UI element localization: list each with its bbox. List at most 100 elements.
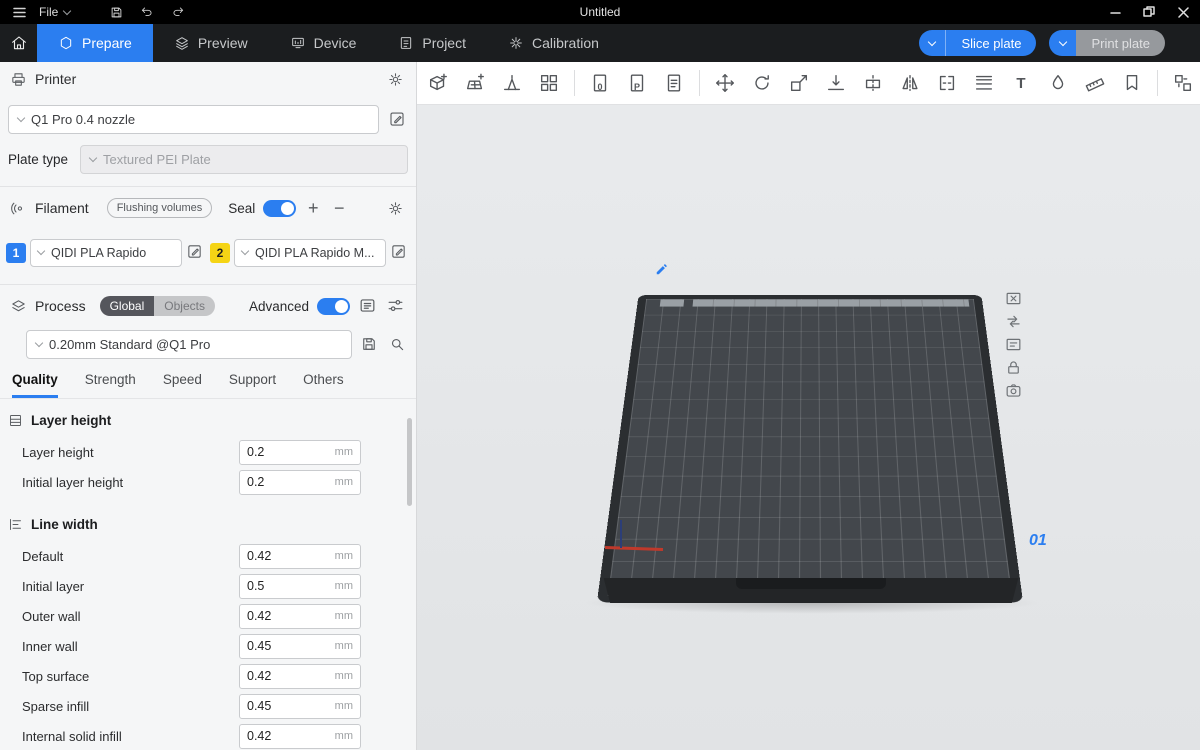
undo-icon[interactable] [136, 3, 158, 21]
add-object-icon[interactable] [426, 71, 450, 95]
shuffle-plate-icon[interactable] [1003, 311, 1024, 332]
arrange-icon[interactable] [537, 71, 561, 95]
tab-strength[interactable]: Strength [85, 372, 136, 398]
filament-section-title: Filament [35, 200, 89, 216]
edit-filament-2-icon[interactable] [390, 243, 410, 263]
plate-settings-icon[interactable] [1003, 380, 1024, 401]
scene-3d[interactable]: 01 [417, 106, 1200, 750]
tune-icon[interactable] [386, 296, 406, 316]
printer-preset-dropdown[interactable]: Q1 Pro 0.4 nozzle [8, 105, 379, 134]
flatten-icon[interactable] [824, 71, 848, 95]
tab-support[interactable]: Support [229, 372, 276, 398]
print-plate-button-group: Print plate [1049, 30, 1165, 56]
unit-label: mm [335, 550, 353, 562]
advanced-toggle[interactable] [317, 298, 350, 315]
cut-icon[interactable] [861, 71, 885, 95]
line-width-top-surface-input[interactable] [247, 669, 331, 683]
redo-icon[interactable] [167, 3, 189, 21]
measure-icon[interactable] [1083, 71, 1107, 95]
viewport-toolbar: 0 P [417, 62, 1200, 105]
layer-height-input[interactable] [247, 445, 331, 459]
rotate-icon[interactable] [750, 71, 774, 95]
toolbar-divider [574, 70, 575, 96]
edit-plate-pencil-icon[interactable] [655, 262, 669, 276]
setting-row: Initial layer height mm [0, 467, 416, 497]
lock-plate-icon[interactable] [1003, 357, 1024, 378]
printer-preset-row: Q1 Pro 0.4 nozzle [0, 105, 416, 134]
doc-zero-icon[interactable]: 0 [588, 71, 612, 95]
sidebar-scrollbar[interactable] [407, 418, 412, 506]
line-width-inner-wall-input[interactable] [247, 639, 331, 653]
scope-objects-button[interactable]: Objects [154, 296, 215, 316]
parameter-list-icon[interactable] [358, 296, 378, 316]
line-width-internal-solid-infill-input[interactable] [247, 729, 331, 743]
line-width-default-input[interactable] [247, 549, 331, 563]
search-icon[interactable] [388, 335, 408, 355]
add-filament-button[interactable]: + [304, 199, 322, 217]
save-preset-icon[interactable] [360, 335, 380, 355]
edit-printer-icon[interactable] [388, 110, 408, 130]
doc-p-icon[interactable]: P [625, 71, 649, 95]
print-dropdown-button[interactable] [1049, 30, 1076, 56]
line-width-outer-wall-input[interactable] [247, 609, 331, 623]
tab-others[interactable]: Others [303, 372, 344, 398]
minimize-button[interactable] [1098, 0, 1132, 24]
setting-label: Initial layer [22, 579, 239, 594]
remove-filament-button[interactable]: − [330, 199, 348, 217]
unit-label: mm [335, 610, 353, 622]
line-width-sparse-infill-input[interactable] [247, 699, 331, 713]
filament-2-dropdown[interactable]: QIDI PLA Rapido M... [234, 239, 386, 267]
seam-icon[interactable] [1120, 71, 1144, 95]
plate-number-label[interactable]: 01 [1029, 532, 1047, 550]
text-tool-icon[interactable]: T [1009, 71, 1033, 95]
tab-preview[interactable]: Preview [153, 24, 269, 62]
delete-plate-icon[interactable] [1003, 288, 1024, 309]
add-plate-icon[interactable] [463, 71, 487, 95]
tab-prepare[interactable]: Prepare [37, 24, 153, 62]
flushing-volumes-button[interactable]: Flushing volumes [107, 198, 213, 218]
printer-settings-gear-icon[interactable] [384, 68, 406, 90]
initial-layer-height-input[interactable] [247, 475, 331, 489]
tab-project[interactable]: Project [377, 24, 487, 62]
filament-1-dropdown[interactable]: QIDI PLA Rapido [30, 239, 182, 267]
filament-settings-gear-icon[interactable] [384, 197, 406, 219]
variable-layer-height-icon[interactable] [972, 71, 996, 95]
viewport: 0 P [417, 62, 1200, 750]
split-icon[interactable] [935, 71, 959, 95]
auto-orient-icon[interactable] [500, 71, 524, 95]
process-preset-dropdown[interactable]: 0.20mm Standard @Q1 Pro [26, 330, 352, 359]
print-plate-button[interactable]: Print plate [1076, 30, 1165, 56]
setting-label: Inner wall [22, 639, 239, 654]
scale-icon[interactable] [787, 71, 811, 95]
slice-dropdown-button[interactable] [919, 30, 946, 56]
restore-button[interactable] [1132, 0, 1166, 24]
process-preset-row: 0.20mm Standard @Q1 Pro [0, 330, 416, 359]
close-button[interactable] [1166, 0, 1200, 24]
rename-plate-icon[interactable] [1003, 334, 1024, 355]
home-button[interactable] [0, 24, 37, 62]
tab-speed[interactable]: Speed [163, 372, 202, 398]
text-tool-glyph: T [1016, 75, 1025, 92]
mirror-icon[interactable] [898, 71, 922, 95]
tab-calibration[interactable]: Calibration [487, 24, 620, 62]
slice-plate-button[interactable]: Slice plate [946, 30, 1036, 56]
filament-1-badge[interactable]: 1 [6, 243, 26, 263]
doc-list-icon[interactable] [662, 71, 686, 95]
build-plate [620, 167, 1000, 697]
filament-2-badge[interactable]: 2 [210, 243, 230, 263]
setting-label: Internal solid infill [22, 729, 239, 744]
save-icon[interactable] [105, 3, 127, 21]
hamburger-menu-icon[interactable] [8, 3, 30, 21]
tab-quality[interactable]: Quality [12, 372, 58, 398]
assembly-view-icon[interactable] [1171, 71, 1195, 95]
toolbar-divider [1157, 70, 1158, 96]
edit-filament-1-icon[interactable] [186, 243, 206, 263]
plate-type-dropdown[interactable]: Textured PEI Plate [80, 145, 408, 174]
move-icon[interactable] [713, 71, 737, 95]
scope-global-button[interactable]: Global [100, 296, 155, 316]
tab-device[interactable]: Device [269, 24, 378, 62]
line-width-initial-layer-input[interactable] [247, 579, 331, 593]
paint-icon[interactable] [1046, 71, 1070, 95]
file-menu[interactable]: File [39, 5, 70, 19]
seal-toggle[interactable] [263, 200, 296, 217]
